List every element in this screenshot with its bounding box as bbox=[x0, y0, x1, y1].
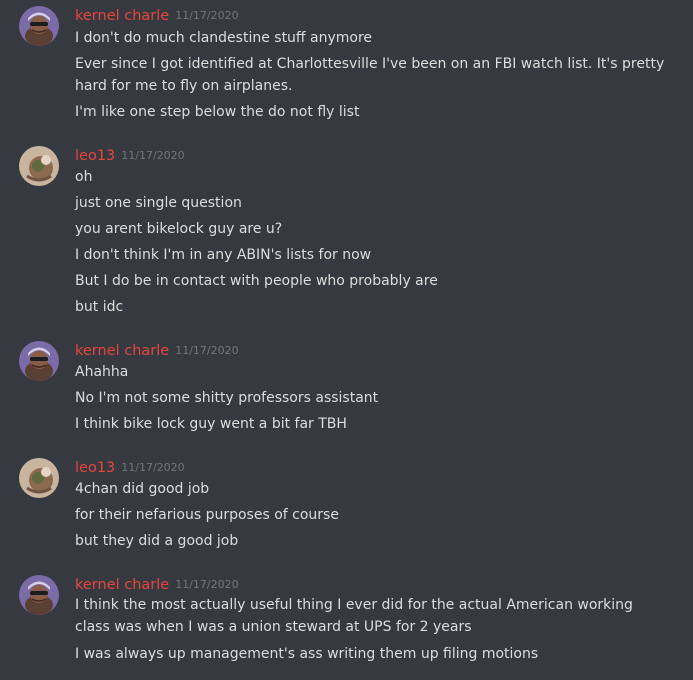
chat-log: kernel charle 11/17/2020 I don't do much … bbox=[0, 0, 693, 680]
message-header: kernel charle 11/17/2020 bbox=[75, 339, 239, 361]
message-header: leo13 11/17/2020 bbox=[75, 144, 185, 166]
message-header: kernel charle 11/17/2020 bbox=[75, 573, 239, 595]
message-text: for their nefarious purposes of course bbox=[75, 507, 339, 523]
kernel-charle-avatar[interactable] bbox=[19, 6, 59, 46]
username[interactable]: leo13 bbox=[75, 460, 115, 476]
kernel-charle-avatar[interactable] bbox=[19, 341, 59, 381]
message-text: I think bike lock guy went a bit far TBH bbox=[75, 416, 347, 432]
message-header: leo13 11/17/2020 bbox=[75, 456, 185, 478]
message-text: but idc bbox=[75, 299, 124, 315]
timestamp: 11/17/2020 bbox=[175, 344, 239, 357]
message-text: I don't do much clandestine stuff anymor… bbox=[75, 30, 373, 46]
message-text: I don't think I'm in any ABIN's lists fo… bbox=[75, 247, 372, 263]
message-header: kernel charle 11/17/2020 bbox=[75, 4, 239, 26]
message-text: 4chan did good job bbox=[75, 481, 210, 497]
kernel-charle-avatar[interactable] bbox=[19, 575, 59, 615]
timestamp: 11/17/2020 bbox=[175, 9, 239, 22]
username[interactable]: kernel charle bbox=[75, 8, 169, 24]
message-text: just one single question bbox=[75, 195, 242, 211]
message-text: I think the most actually useful thing I… bbox=[75, 597, 633, 635]
message-text: Ever since I got identified at Charlotte… bbox=[75, 56, 665, 94]
message-text: oh bbox=[75, 169, 93, 185]
message-text: but they did a good job bbox=[75, 533, 239, 549]
username[interactable]: kernel charle bbox=[75, 343, 169, 359]
timestamp: 11/17/2020 bbox=[175, 578, 239, 591]
username[interactable]: kernel charle bbox=[75, 577, 169, 593]
message-text: Ahahha bbox=[75, 364, 129, 380]
message-text: I'm like one step below the do not fly l… bbox=[75, 104, 360, 120]
leo13-avatar[interactable] bbox=[19, 458, 59, 498]
timestamp: 11/17/2020 bbox=[121, 461, 185, 474]
message-text: I was always up management's ass writing… bbox=[75, 646, 539, 662]
message-text: you arent bikelock guy are u? bbox=[75, 221, 283, 237]
username[interactable]: leo13 bbox=[75, 148, 115, 164]
message-text: But I do be in contact with people who p… bbox=[75, 273, 438, 289]
leo13-avatar[interactable] bbox=[19, 146, 59, 186]
message-text: No I'm not some shitty professors assist… bbox=[75, 390, 379, 406]
timestamp: 11/17/2020 bbox=[121, 149, 185, 162]
